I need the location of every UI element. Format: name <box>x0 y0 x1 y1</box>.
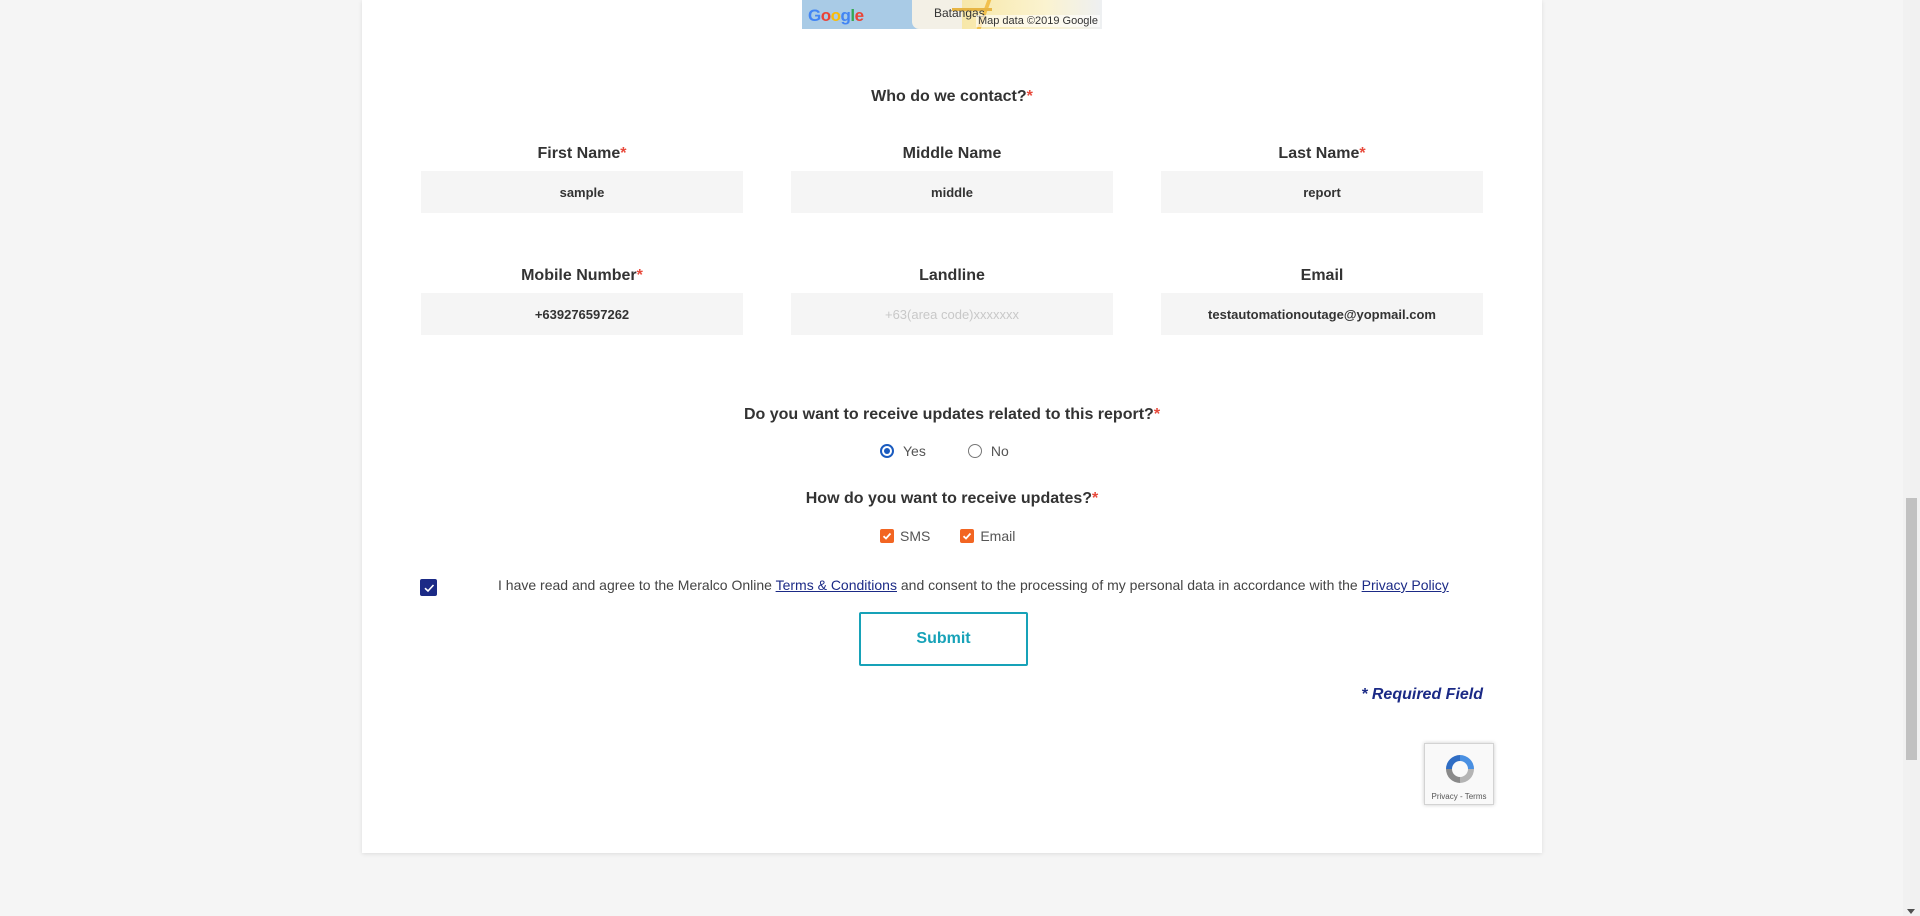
consent-text-part: I have read and agree to the Meralco Onl… <box>498 577 776 593</box>
first-name-label: First Name* <box>421 145 743 163</box>
required-asterisk: * <box>620 145 627 162</box>
radio-option-no[interactable]: No <box>967 443 1009 459</box>
first-name-label-text: First Name <box>537 145 621 162</box>
submit-button[interactable]: Submit <box>859 612 1028 666</box>
required-asterisk: * <box>1153 406 1161 423</box>
check-icon <box>882 532 892 540</box>
middle-name-label-text: Middle Name <box>902 145 1002 162</box>
checkbox-email[interactable] <box>960 529 975 543</box>
email-input[interactable] <box>1161 293 1483 335</box>
privacy-policy-link[interactable]: Privacy Policy <box>1362 577 1449 593</box>
recaptcha-links[interactable]: Privacy - Terms <box>1425 792 1493 801</box>
radio-button-yes[interactable] <box>880 444 894 458</box>
required-field-note: * Required Field <box>1361 686 1483 703</box>
google-logo-letter: G <box>808 6 821 25</box>
required-asterisk: * <box>1359 145 1366 162</box>
email-label: Email <box>1161 267 1483 285</box>
landline-label-text: Landline <box>919 267 985 284</box>
landline-label: Landline <box>791 267 1113 285</box>
location-map[interactable]: Google Batangas Map data ©2019 Google <box>802 0 1102 29</box>
landline-input[interactable] <box>791 293 1113 335</box>
channels-question: How do you want to receive updates?* <box>362 490 1542 508</box>
check-icon <box>423 583 434 592</box>
mobile-number-label: Mobile Number* <box>421 267 743 285</box>
checkbox-option-sms[interactable]: SMS <box>880 528 930 544</box>
recaptcha-icon <box>1446 755 1474 783</box>
google-logo[interactable]: Google <box>808 6 864 26</box>
google-logo-letter: o <box>820 6 831 25</box>
radio-button-no[interactable] <box>967 444 982 458</box>
checkbox-label-email[interactable]: Email <box>980 528 1015 544</box>
mobile-number-label-text: Mobile Number <box>521 267 637 284</box>
form-card <box>362 0 1542 853</box>
middle-name-label: Middle Name <box>791 145 1113 163</box>
terms-link[interactable]: Terms & Conditions <box>776 577 897 593</box>
channels-question-text: How do you want to receive updates? <box>805 490 1093 507</box>
channels-checkbox-group: SMS Email <box>880 526 1047 546</box>
last-name-input[interactable] <box>1161 171 1483 213</box>
updates-question-text: Do you want to receive updates related t… <box>743 406 1154 423</box>
google-logo-letter: g <box>840 6 851 25</box>
updates-radio-group: Yes No <box>880 441 1041 461</box>
recaptcha-badge[interactable]: Privacy - Terms <box>1424 743 1494 805</box>
google-logo-letter: o <box>830 6 841 25</box>
scrollbar-thumb[interactable] <box>1906 498 1917 760</box>
middle-name-input[interactable] <box>791 171 1113 213</box>
required-asterisk: * <box>636 267 643 284</box>
last-name-label: Last Name* <box>1161 145 1483 163</box>
last-name-label-text: Last Name <box>1278 145 1360 162</box>
contact-heading-text: Who do we contact? <box>871 88 1027 105</box>
map-attribution[interactable]: Map data ©2019 Google <box>975 15 1100 27</box>
consent-text-part: and consent to the processing of my pers… <box>896 577 1362 593</box>
checkbox-sms[interactable] <box>880 529 894 543</box>
check-icon <box>963 532 972 540</box>
checkbox-label-sms[interactable]: SMS <box>900 528 930 544</box>
contact-heading: Who do we contact?* <box>362 88 1542 106</box>
radio-label-no[interactable]: No <box>991 443 1009 459</box>
radio-label-yes[interactable]: Yes <box>903 443 926 459</box>
updates-question: Do you want to receive updates related t… <box>362 406 1542 424</box>
consent-checkbox[interactable] <box>420 579 437 596</box>
google-logo-letter: e <box>854 6 864 25</box>
required-asterisk: * <box>1026 88 1033 105</box>
email-label-text: Email <box>1300 267 1344 284</box>
mobile-number-input[interactable] <box>421 293 743 335</box>
scroll-down-arrow-icon[interactable] <box>1907 909 1915 914</box>
first-name-input[interactable] <box>421 171 743 213</box>
radio-option-yes[interactable]: Yes <box>880 443 926 459</box>
required-asterisk: * <box>1092 490 1099 507</box>
checkbox-option-email[interactable]: Email <box>960 528 1015 544</box>
consent-text: I have read and agree to the Meralco Onl… <box>498 577 1449 593</box>
vertical-scrollbar[interactable] <box>1903 0 1920 916</box>
